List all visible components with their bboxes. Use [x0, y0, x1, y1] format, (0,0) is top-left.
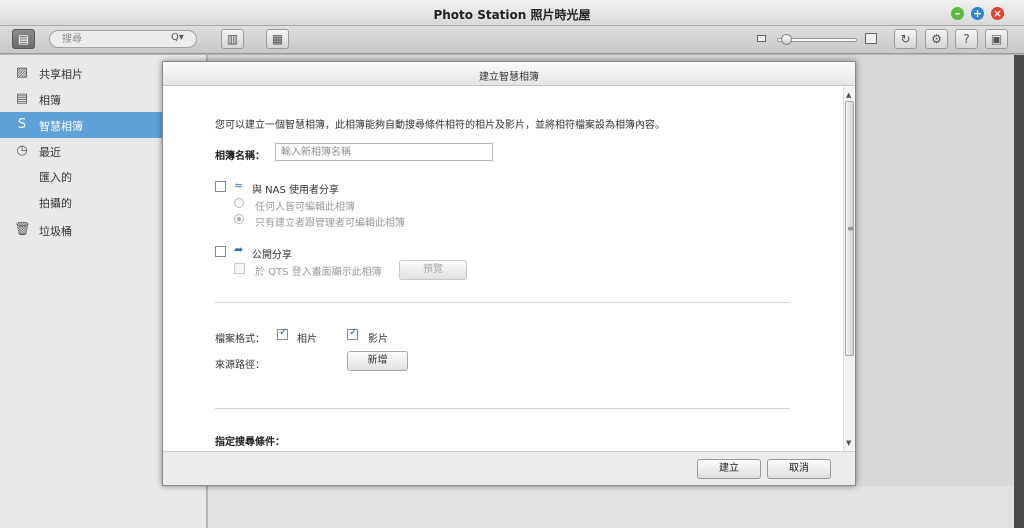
info-panel-button[interactable]: ▣ [985, 29, 1008, 49]
album-name-input[interactable] [275, 143, 493, 161]
owner-admin-edit-radio[interactable] [234, 214, 244, 224]
source-path-label: 來源路徑： [215, 360, 265, 371]
album-name-label: 相簿名稱： [215, 151, 265, 162]
sidebar-toggle-button[interactable]: ▤ [12, 29, 35, 49]
scroll-down-icon[interactable]: ▼ [846, 439, 851, 447]
sidebar-item-label: 最近 [39, 146, 61, 159]
add-source-path-button[interactable]: 新增 [347, 351, 408, 371]
refresh-button[interactable]: ↻ [894, 29, 917, 49]
create-smart-album-dialog: 建立智慧相簿 您可以建立一個智慧相簿，此相簿能夠自動搜尋條件相符的相片及影片，並… [162, 61, 856, 486]
section-divider [215, 408, 790, 409]
sidebar-item-label: 智慧相簿 [39, 120, 83, 133]
search-icon[interactable]: Q▾ [171, 32, 184, 43]
sidebar-item-label: 垃圾桶 [39, 225, 72, 238]
search-box[interactable]: Q▾ [49, 30, 197, 48]
cancel-button[interactable]: 取消 [767, 459, 831, 479]
app-title: Photo Station 照片時光屋 [433, 8, 591, 22]
help-icon: ? [963, 32, 970, 46]
content-scrollbar[interactable] [1014, 55, 1024, 528]
grip-icon: ≡ [847, 224, 854, 233]
panel-icon: ▣ [990, 32, 1003, 46]
minimize-button[interactable]: – [951, 7, 964, 20]
scrollbar-thumb[interactable]: ≡ [845, 101, 854, 356]
help-button[interactable]: ? [955, 29, 978, 49]
dialog-footer: 建立 取消 [163, 451, 855, 485]
trash-icon: 🗑 [14, 222, 31, 237]
grid-view-button[interactable]: ▦ [266, 29, 289, 49]
share-icon: ≈ [234, 179, 244, 192]
dialog-title: 建立智慧相簿 [479, 72, 539, 83]
video-format-label: 影片 [368, 334, 388, 345]
smart-album-icon: S [17, 117, 27, 132]
search-input[interactable] [62, 33, 162, 46]
zoom-slider-handle[interactable] [781, 34, 792, 45]
sidebar-item-label: 拍攝的 [39, 197, 72, 210]
list-view-icon: ▥ [226, 32, 239, 46]
sidebar-icon: ▤ [17, 32, 30, 46]
photo-format-checkbox[interactable] [277, 327, 288, 340]
sidebar-item-label: 匯入的 [39, 171, 72, 184]
refresh-icon: ↻ [900, 32, 911, 46]
section-divider [215, 302, 790, 303]
close-button[interactable]: × [991, 7, 1004, 20]
share-nas-label: 與 NAS 使用者分享 [252, 185, 340, 196]
dialog-header[interactable]: 建立智慧相簿 [163, 62, 855, 86]
anyone-edit-radio[interactable] [234, 198, 244, 208]
show-on-login-label: 於 QTS 登入畫面顯示此相簿 [255, 267, 382, 278]
dialog-scrollbar[interactable]: ▲ ≡ ▼ [843, 87, 855, 451]
show-on-login-checkbox[interactable] [234, 263, 245, 274]
sidebar-item-label: 共享相片 [39, 68, 83, 81]
settings-button[interactable]: ⚙ [925, 29, 948, 49]
arrow-share-icon: ➦ [234, 243, 244, 256]
video-format-checkbox[interactable] [347, 327, 358, 340]
sidebar-item-label: 相簿 [39, 94, 61, 107]
toolbar: ▤ Q▾ ▥ ▦ ↻ ⚙ ? ▣ [0, 26, 1024, 54]
album-icon: ▤ [15, 91, 29, 106]
share-nas-checkbox[interactable] [215, 181, 226, 192]
content-footer [208, 486, 1024, 528]
dialog-body: 您可以建立一個智慧相簿，此相簿能夠自動搜尋條件相符的相片及影片，並將相符檔案設為… [163, 87, 843, 451]
clock-icon: ◷ [16, 143, 28, 158]
dialog-description: 您可以建立一個智慧相簿，此相簿能夠自動搜尋條件相符的相片及影片，並將相符檔案設為… [215, 120, 665, 131]
zoom-out-icon[interactable] [757, 35, 766, 42]
public-share-checkbox[interactable] [215, 246, 226, 257]
anyone-edit-label: 任何人皆可編輯此相簿 [255, 202, 355, 213]
preview-button[interactable]: 預覽 [399, 260, 467, 280]
owner-admin-edit-label: 只有建立者跟管理者可編輯此相簿 [255, 218, 405, 229]
list-view-button[interactable]: ▥ [221, 29, 244, 49]
file-format-label: 檔案格式： [215, 334, 265, 345]
maximize-button[interactable]: + [971, 7, 984, 20]
zoom-in-icon[interactable] [865, 33, 877, 44]
scroll-up-icon[interactable]: ▲ [846, 91, 851, 99]
public-share-label: 公開分享 [252, 250, 292, 261]
photo-icon: ▨ [15, 65, 29, 80]
gear-icon: ⚙ [931, 32, 942, 46]
search-conditions-label: 指定搜尋條件： [215, 437, 285, 448]
photo-format-label: 相片 [297, 334, 317, 345]
grid-view-icon: ▦ [271, 32, 284, 46]
create-button[interactable]: 建立 [697, 459, 761, 479]
title-bar: Photo Station 照片時光屋 – + × [0, 0, 1024, 26]
